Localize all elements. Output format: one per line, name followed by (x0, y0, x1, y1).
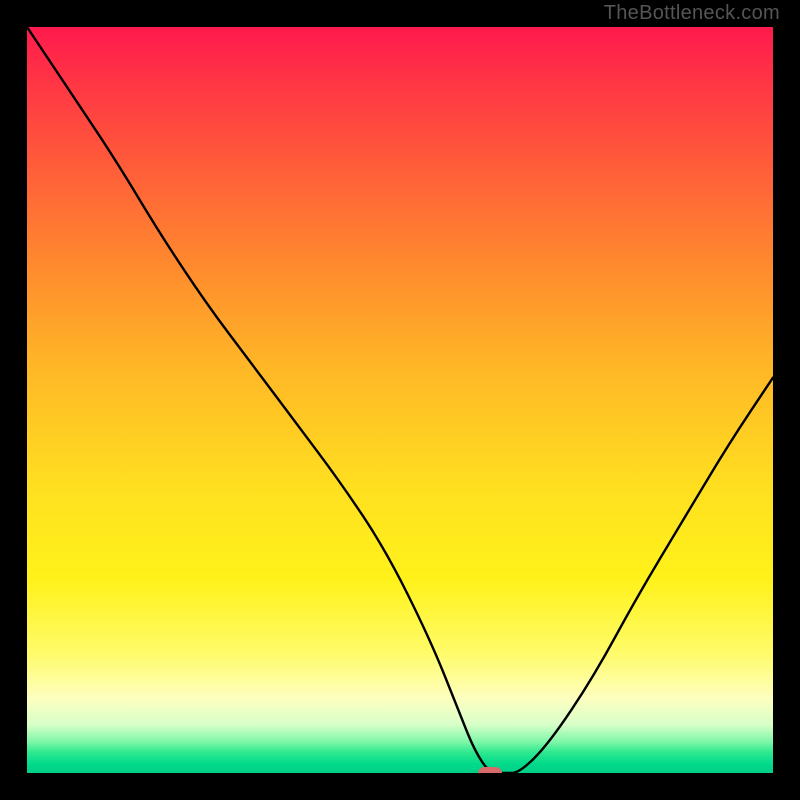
plot-area (27, 27, 773, 773)
attribution-text: TheBottleneck.com (604, 2, 780, 25)
gradient-background (27, 27, 773, 773)
optimal-marker (478, 767, 502, 774)
